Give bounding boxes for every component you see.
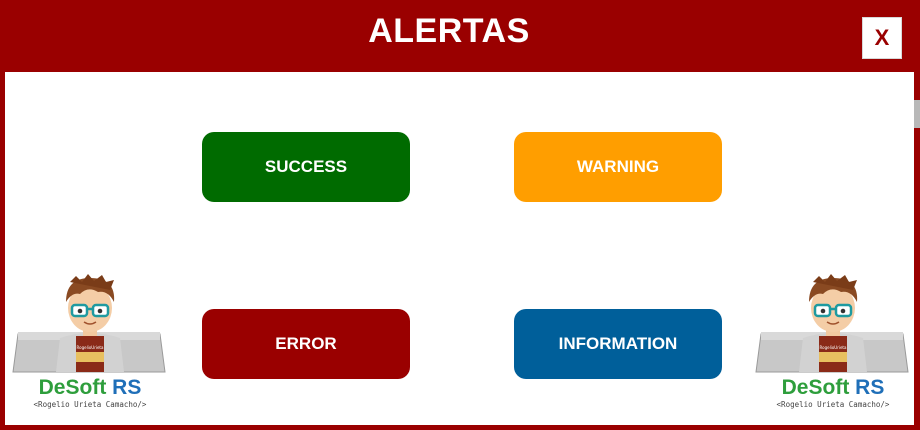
content-area: SUCCESS WARNING ERROR INFORMATION Rogeli…: [5, 72, 914, 425]
alert-window: ALERTAS X SUCCESS WARNING ERROR INFORMAT…: [0, 0, 920, 430]
brand-name-part2: RS: [855, 376, 885, 399]
success-button[interactable]: SUCCESS: [202, 132, 410, 202]
window-title: ALERTAS: [368, 12, 530, 50]
brand-name-part1: DeSoft: [781, 376, 850, 399]
brand-name-part2: RS: [112, 376, 142, 399]
brand-name-part1: DeSoft: [38, 376, 107, 399]
error-button[interactable]: ERROR: [202, 309, 410, 379]
scrollbar-edge: [914, 100, 920, 128]
developer-avatar-icon: RogelioUrieta: [755, 274, 909, 373]
title-bar: ALERTAS X: [0, 0, 920, 72]
desoft-logo-right: RogelioUrieta DeSoft RS <Rogelio Urieta …: [753, 272, 913, 412]
brand-name: DeSoft RS: [753, 377, 913, 399]
warning-button[interactable]: WARNING: [514, 132, 722, 202]
developer-avatar-icon: RogelioUrieta: [12, 274, 166, 373]
brand-author: <Rogelio Urieta Camacho/>: [776, 400, 890, 409]
brand-author: <Rogelio Urieta Camacho/>: [33, 400, 147, 409]
svg-text:RogelioUrieta: RogelioUrieta: [820, 345, 847, 350]
close-button[interactable]: X: [862, 17, 902, 59]
desoft-logo-left: RogelioUrieta DeSoft RS <Rogelio Urieta …: [10, 272, 170, 412]
brand-name: DeSoft RS: [10, 377, 170, 399]
information-button[interactable]: INFORMATION: [514, 309, 722, 379]
svg-text:RogelioUrieta: RogelioUrieta: [77, 345, 104, 350]
